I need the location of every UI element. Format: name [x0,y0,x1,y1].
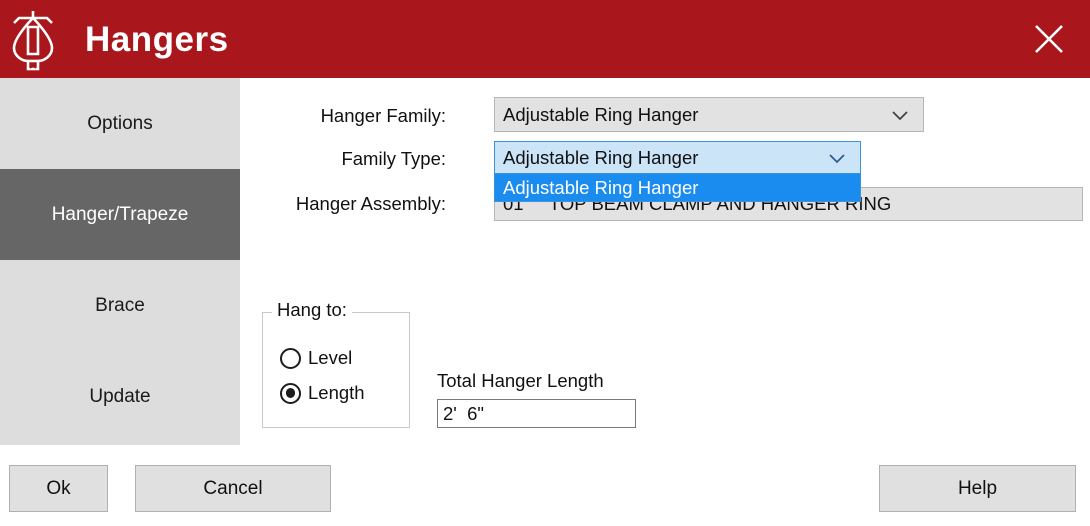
hanger-family-select[interactable]: Adjustable Ring Hanger [494,97,924,132]
family-type-select-field[interactable]: Adjustable Ring Hanger [494,141,861,174]
radio-hang-to-length[interactable]: Length [280,382,365,404]
radio-length-icon [280,382,301,404]
close-button[interactable] [1024,14,1074,64]
sidebar-item-label: Options [87,112,153,134]
sidebar-item-label: Update [89,385,151,407]
radio-level-icon [280,347,301,369]
radio-level-label: Level [308,347,353,368]
help-button[interactable]: Help [879,465,1076,512]
sidebar-item-label: Brace [95,294,145,316]
hanger-family-value: Adjustable Ring Hanger [503,103,699,125]
sidebar-item-hanger-trapeze[interactable]: Hanger/Trapeze [0,169,240,260]
family-type-select: Adjustable Ring Hanger Adjustable Ring H… [494,141,861,202]
hanger-assembly-label: Hanger Assembly: [295,193,446,214]
title-bar: Hangers [0,0,1090,78]
family-type-option-list: Adjustable Ring Hanger [494,174,861,202]
family-type-label: Family Type: [341,148,446,169]
sidebar-item-update[interactable]: Update [0,351,240,442]
radio-length-label: Length [308,382,365,403]
radio-hang-to-level[interactable]: Level [280,347,352,369]
family-type-option[interactable]: Adjustable Ring Hanger [495,174,860,201]
hanger-trapeze-logo-icon [12,11,54,71]
total-hanger-length-input[interactable]: 2' 6" [437,399,636,428]
hang-to-group [262,312,410,428]
sidebar: Options Hanger/Trapeze Brace Update [0,78,240,445]
hanger-family-label: Hanger Family: [320,105,446,126]
page-title: Hangers [85,19,229,59]
ok-button[interactable]: Ok [9,465,108,512]
cancel-button[interactable]: Cancel [135,465,331,512]
close-icon [1035,25,1063,53]
chevron-down-icon [829,153,845,163]
hang-to-legend: Hang to: [272,299,352,321]
sidebar-item-brace[interactable]: Brace [0,260,240,351]
total-hanger-length-label: Total Hanger Length [437,370,604,391]
family-type-value: Adjustable Ring Hanger [503,146,699,168]
sidebar-item-label: Hanger/Trapeze [51,203,189,225]
family-type-option-label: Adjustable Ring Hanger [503,176,699,198]
chevron-down-icon [892,110,908,120]
sidebar-item-options[interactable]: Options [0,78,240,169]
